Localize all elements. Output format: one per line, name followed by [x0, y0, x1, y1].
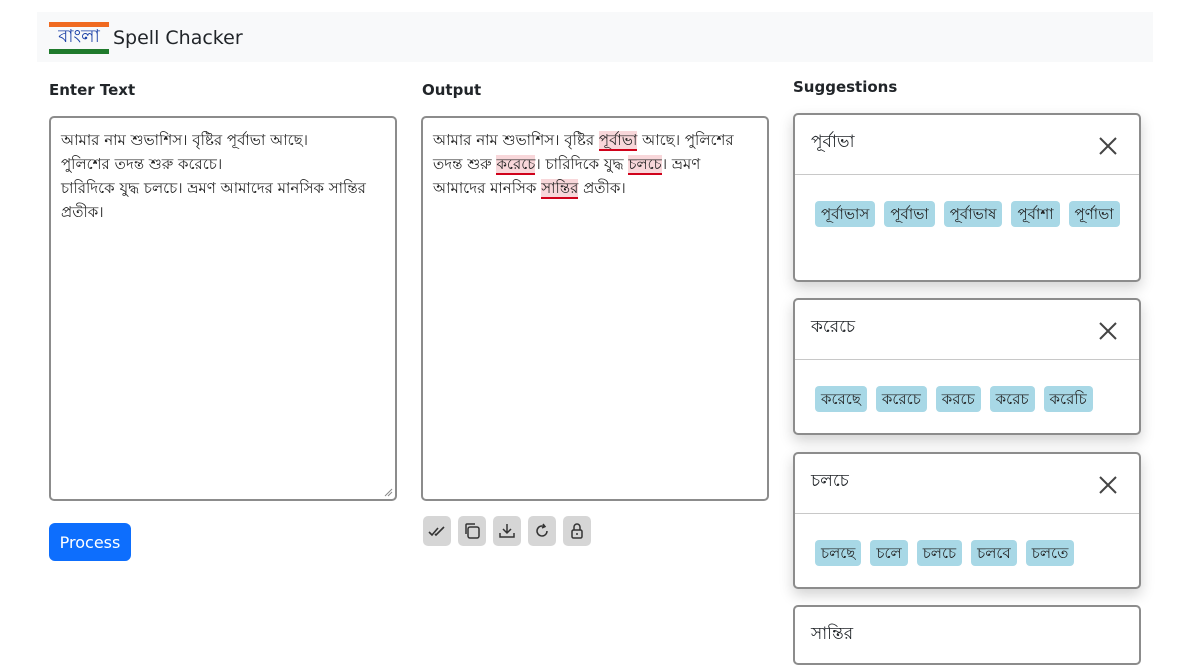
lock-icon[interactable] — [563, 516, 591, 546]
output-text: । চারিদিকে যুদ্ধ — [535, 155, 629, 173]
input-line: চারিদিকে যুদ্ধ চলচে। ভ্রমণ আমাদের মানসিক… — [61, 179, 366, 197]
misspelled-word[interactable]: করেচে — [496, 155, 536, 175]
suggestion-chip[interactable]: পূর্বাভাস — [815, 201, 876, 227]
suggestion-card: সান্তির — [793, 605, 1141, 665]
resize-handle-icon[interactable] — [384, 488, 393, 497]
output-label: Output — [422, 81, 482, 99]
output-text: আমার নাম শুভাশিস। বৃষ্টির — [433, 131, 599, 149]
input-line: আমার নাম শুভাশিস। বৃষ্টির পূর্বাভা আছে। — [61, 131, 309, 149]
suggestion-chip[interactable]: করেচি — [1043, 386, 1093, 412]
input-textarea[interactable]: আমার নাম শুভাশিস। বৃষ্টির পূর্বাভা আছে। … — [49, 116, 397, 501]
bangla-flag-logo: বাংলা — [49, 22, 109, 54]
suggestion-chip[interactable]: করচে — [935, 386, 981, 412]
suggestion-chips: করেছে করেচে করচে করেচ করেচি — [795, 360, 1139, 426]
suggestion-chip[interactable]: পূর্বাশা — [1011, 201, 1060, 227]
suggestion-chip[interactable]: করেছে — [815, 386, 867, 412]
suggestion-chip[interactable]: করেচ — [989, 386, 1035, 412]
misspelled-word[interactable]: পূর্বাভা — [598, 131, 638, 151]
close-icon[interactable] — [1097, 135, 1119, 157]
close-icon[interactable] — [1097, 320, 1119, 342]
refresh-icon[interactable] — [528, 516, 556, 546]
suggestion-card: পূর্বাভা পূর্বাভাস পূর্বাভা পূর্বাভাষ পূ… — [793, 113, 1141, 282]
brand[interactable]: বাংলা Spell Chacker — [49, 22, 243, 54]
suggestion-chips: পূর্বাভাস পূর্বাভা পূর্বাভাষ পূর্বাশা পূ… — [795, 175, 1139, 241]
enter-text-label: Enter Text — [49, 81, 136, 99]
suggestion-chip[interactable]: করেচে — [875, 386, 927, 412]
misspelled-word[interactable]: চলচে — [628, 155, 662, 175]
suggestion-chip[interactable]: পূর্বাভা — [884, 201, 935, 227]
input-line: পুলিশের তদন্ত শুরু করেচে। — [61, 155, 223, 173]
suggestion-chip[interactable]: চলছে — [815, 540, 862, 566]
app-title: Spell Chacker — [113, 27, 243, 49]
output-text: প্রতীক। — [578, 179, 626, 197]
suggestion-word: চলচে — [811, 471, 849, 491]
suggestion-chip[interactable]: চলবে — [971, 540, 1017, 566]
suggestion-chip[interactable]: চলচে — [916, 540, 963, 566]
copy-icon[interactable] — [458, 516, 486, 546]
suggestion-chip[interactable]: চলতে — [1025, 540, 1075, 566]
input-line: প্রতীক। — [61, 203, 104, 221]
suggestion-card: করেচে করেছে করেচে করচে করেচ করেচি — [793, 298, 1141, 435]
process-button[interactable]: Process — [49, 523, 131, 561]
suggestion-word: সান্তির — [811, 624, 854, 644]
close-icon[interactable] — [1097, 474, 1119, 496]
suggestions-label: Suggestions — [793, 78, 898, 96]
suggestion-word: করেচে — [811, 317, 856, 337]
output-toolbar — [423, 516, 591, 546]
output-panel: আমার নাম শুভাশিস। বৃষ্টির পূর্বাভা আছে। … — [421, 116, 769, 501]
misspelled-word[interactable]: সান্তির — [541, 179, 579, 199]
check-all-icon[interactable] — [423, 516, 451, 546]
navbar: বাংলা Spell Chacker — [37, 12, 1153, 62]
logo-text: বাংলা — [58, 26, 100, 47]
suggestion-chip[interactable]: পূর্বাভাষ — [943, 201, 1003, 227]
suggestion-card: চলচে চলছে চলে চলচে চলবে চলতে — [793, 452, 1141, 589]
suggestion-chips: চলছে চলে চলচে চলবে চলতে — [795, 514, 1139, 580]
suggestion-word: পূর্বাভা — [811, 132, 855, 152]
suggestion-chip[interactable]: পূর্ণাভা — [1068, 201, 1120, 227]
suggestion-chip[interactable]: চলে — [870, 540, 908, 566]
download-icon[interactable] — [493, 516, 521, 546]
